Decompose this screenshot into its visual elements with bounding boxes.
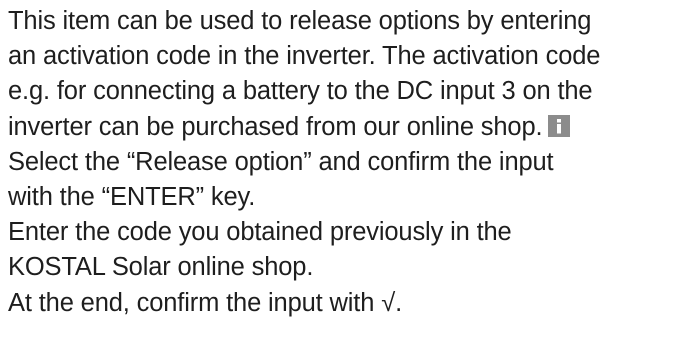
- step-line: Select the “Release option” and confirm …: [8, 147, 554, 176]
- step-line: KOSTAL Solar online shop.: [8, 253, 314, 282]
- document-body: This item can be used to release options…: [8, 4, 680, 321]
- paragraph-line: e.g. for connecting a battery to the DC …: [8, 77, 593, 106]
- step-line: with the “ENTER” key.: [8, 182, 256, 211]
- paragraph-line: This item can be used to release options…: [8, 7, 592, 35]
- info-icon: [548, 114, 571, 137]
- step-text: At the end, confirm the input with: [8, 288, 382, 317]
- step-line: Enter the code you obtained previously i…: [8, 218, 512, 247]
- step-line-confirm: At the end, confirm the input with √.: [8, 286, 680, 321]
- checkmark-symbol: √: [381, 288, 396, 317]
- paragraph-line-with-icon: inverter can be purchased from our onlin…: [8, 110, 680, 145]
- paragraph-line: an activation code in the inverter. The …: [8, 42, 601, 71]
- step-end-punctuation: .: [395, 288, 403, 317]
- paragraph-line-text: inverter can be purchased from our onlin…: [8, 112, 543, 141]
